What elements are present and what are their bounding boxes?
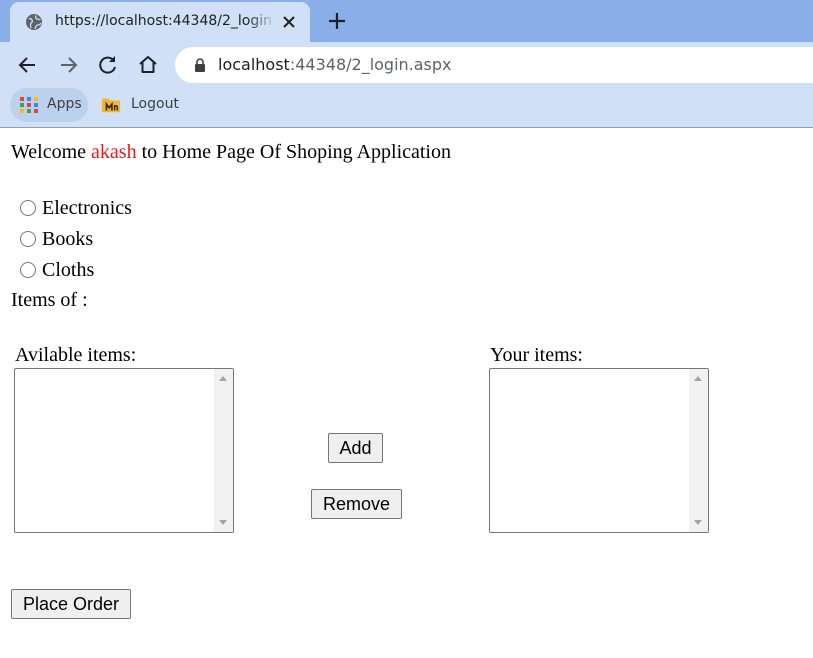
welcome-suffix: to Home Page Of Shoping Application xyxy=(136,141,451,163)
radio-cloths[interactable]: Cloths xyxy=(20,257,94,283)
browser-tab[interactable]: https://localhost:44348/2_login.aspx xyxy=(10,2,310,42)
forward-arrow-icon[interactable] xyxy=(55,52,81,78)
folder-bookmark-icon xyxy=(101,98,121,113)
bookmark-logout-label: Logout xyxy=(131,96,179,112)
page-content: Welcome akash to Home Page Of Shoping Ap… xyxy=(0,129,813,658)
apps-grid-icon xyxy=(20,97,38,113)
new-tab-plus-icon[interactable] xyxy=(327,11,347,31)
globe-icon xyxy=(26,14,42,30)
tab-strip: https://localhost:44348/2_login.aspx xyxy=(0,0,813,42)
lock-icon[interactable] xyxy=(193,57,207,73)
bookmark-apps[interactable]: Apps xyxy=(10,88,88,122)
bookmarks-bar: Apps Logout xyxy=(0,88,813,128)
home-icon[interactable] xyxy=(135,52,161,78)
available-items-label: Avilable items: xyxy=(15,344,137,366)
radio-button[interactable] xyxy=(20,262,36,278)
reload-icon[interactable] xyxy=(95,52,121,78)
radio-button[interactable] xyxy=(20,200,36,216)
listbox-scrollbar[interactable] xyxy=(214,369,233,532)
scroll-down-arrow-icon[interactable] xyxy=(694,520,702,525)
tab-title: https://localhost:44348/2_login.aspx xyxy=(55,13,277,29)
address-bar[interactable]: localhost:44348/2_login.aspx xyxy=(175,47,813,83)
bookmark-apps-label: Apps xyxy=(47,96,82,112)
items-of-label: Items of : xyxy=(11,289,88,311)
scroll-up-arrow-icon[interactable] xyxy=(694,376,702,381)
scroll-up-arrow-icon[interactable] xyxy=(219,376,227,381)
url-text[interactable]: localhost:44348/2_login.aspx xyxy=(218,55,452,74)
place-order-button[interactable]: Place Order xyxy=(11,589,131,619)
your-items-label: Your items: xyxy=(490,344,583,366)
browser-toolbar: localhost:44348/2_login.aspx xyxy=(0,42,813,88)
radio-label-electronics: Electronics xyxy=(42,196,132,219)
your-items-listbox[interactable] xyxy=(489,368,709,533)
add-button[interactable]: Add xyxy=(328,433,383,463)
back-arrow-icon[interactable] xyxy=(15,52,41,78)
listbox-scrollbar[interactable] xyxy=(689,369,708,532)
scroll-down-arrow-icon[interactable] xyxy=(219,520,227,525)
radio-button[interactable] xyxy=(20,231,36,247)
url-path: :44348/2_login.aspx xyxy=(289,55,452,74)
radio-books[interactable]: Books xyxy=(20,226,93,252)
url-host: localhost xyxy=(218,55,290,74)
radio-electronics[interactable]: Electronics xyxy=(20,195,132,221)
welcome-prefix: Welcome xyxy=(11,141,92,163)
username-label: akash xyxy=(91,141,137,163)
radio-label-books: Books xyxy=(42,227,94,250)
close-tab-icon[interactable] xyxy=(281,14,297,30)
bookmark-logout[interactable]: Logout xyxy=(98,88,188,122)
remove-button[interactable]: Remove xyxy=(311,489,402,519)
available-items-listbox[interactable] xyxy=(14,368,234,533)
welcome-message: Welcome akash to Home Page Of Shoping Ap… xyxy=(11,141,451,164)
radio-label-cloths: Cloths xyxy=(42,258,95,281)
